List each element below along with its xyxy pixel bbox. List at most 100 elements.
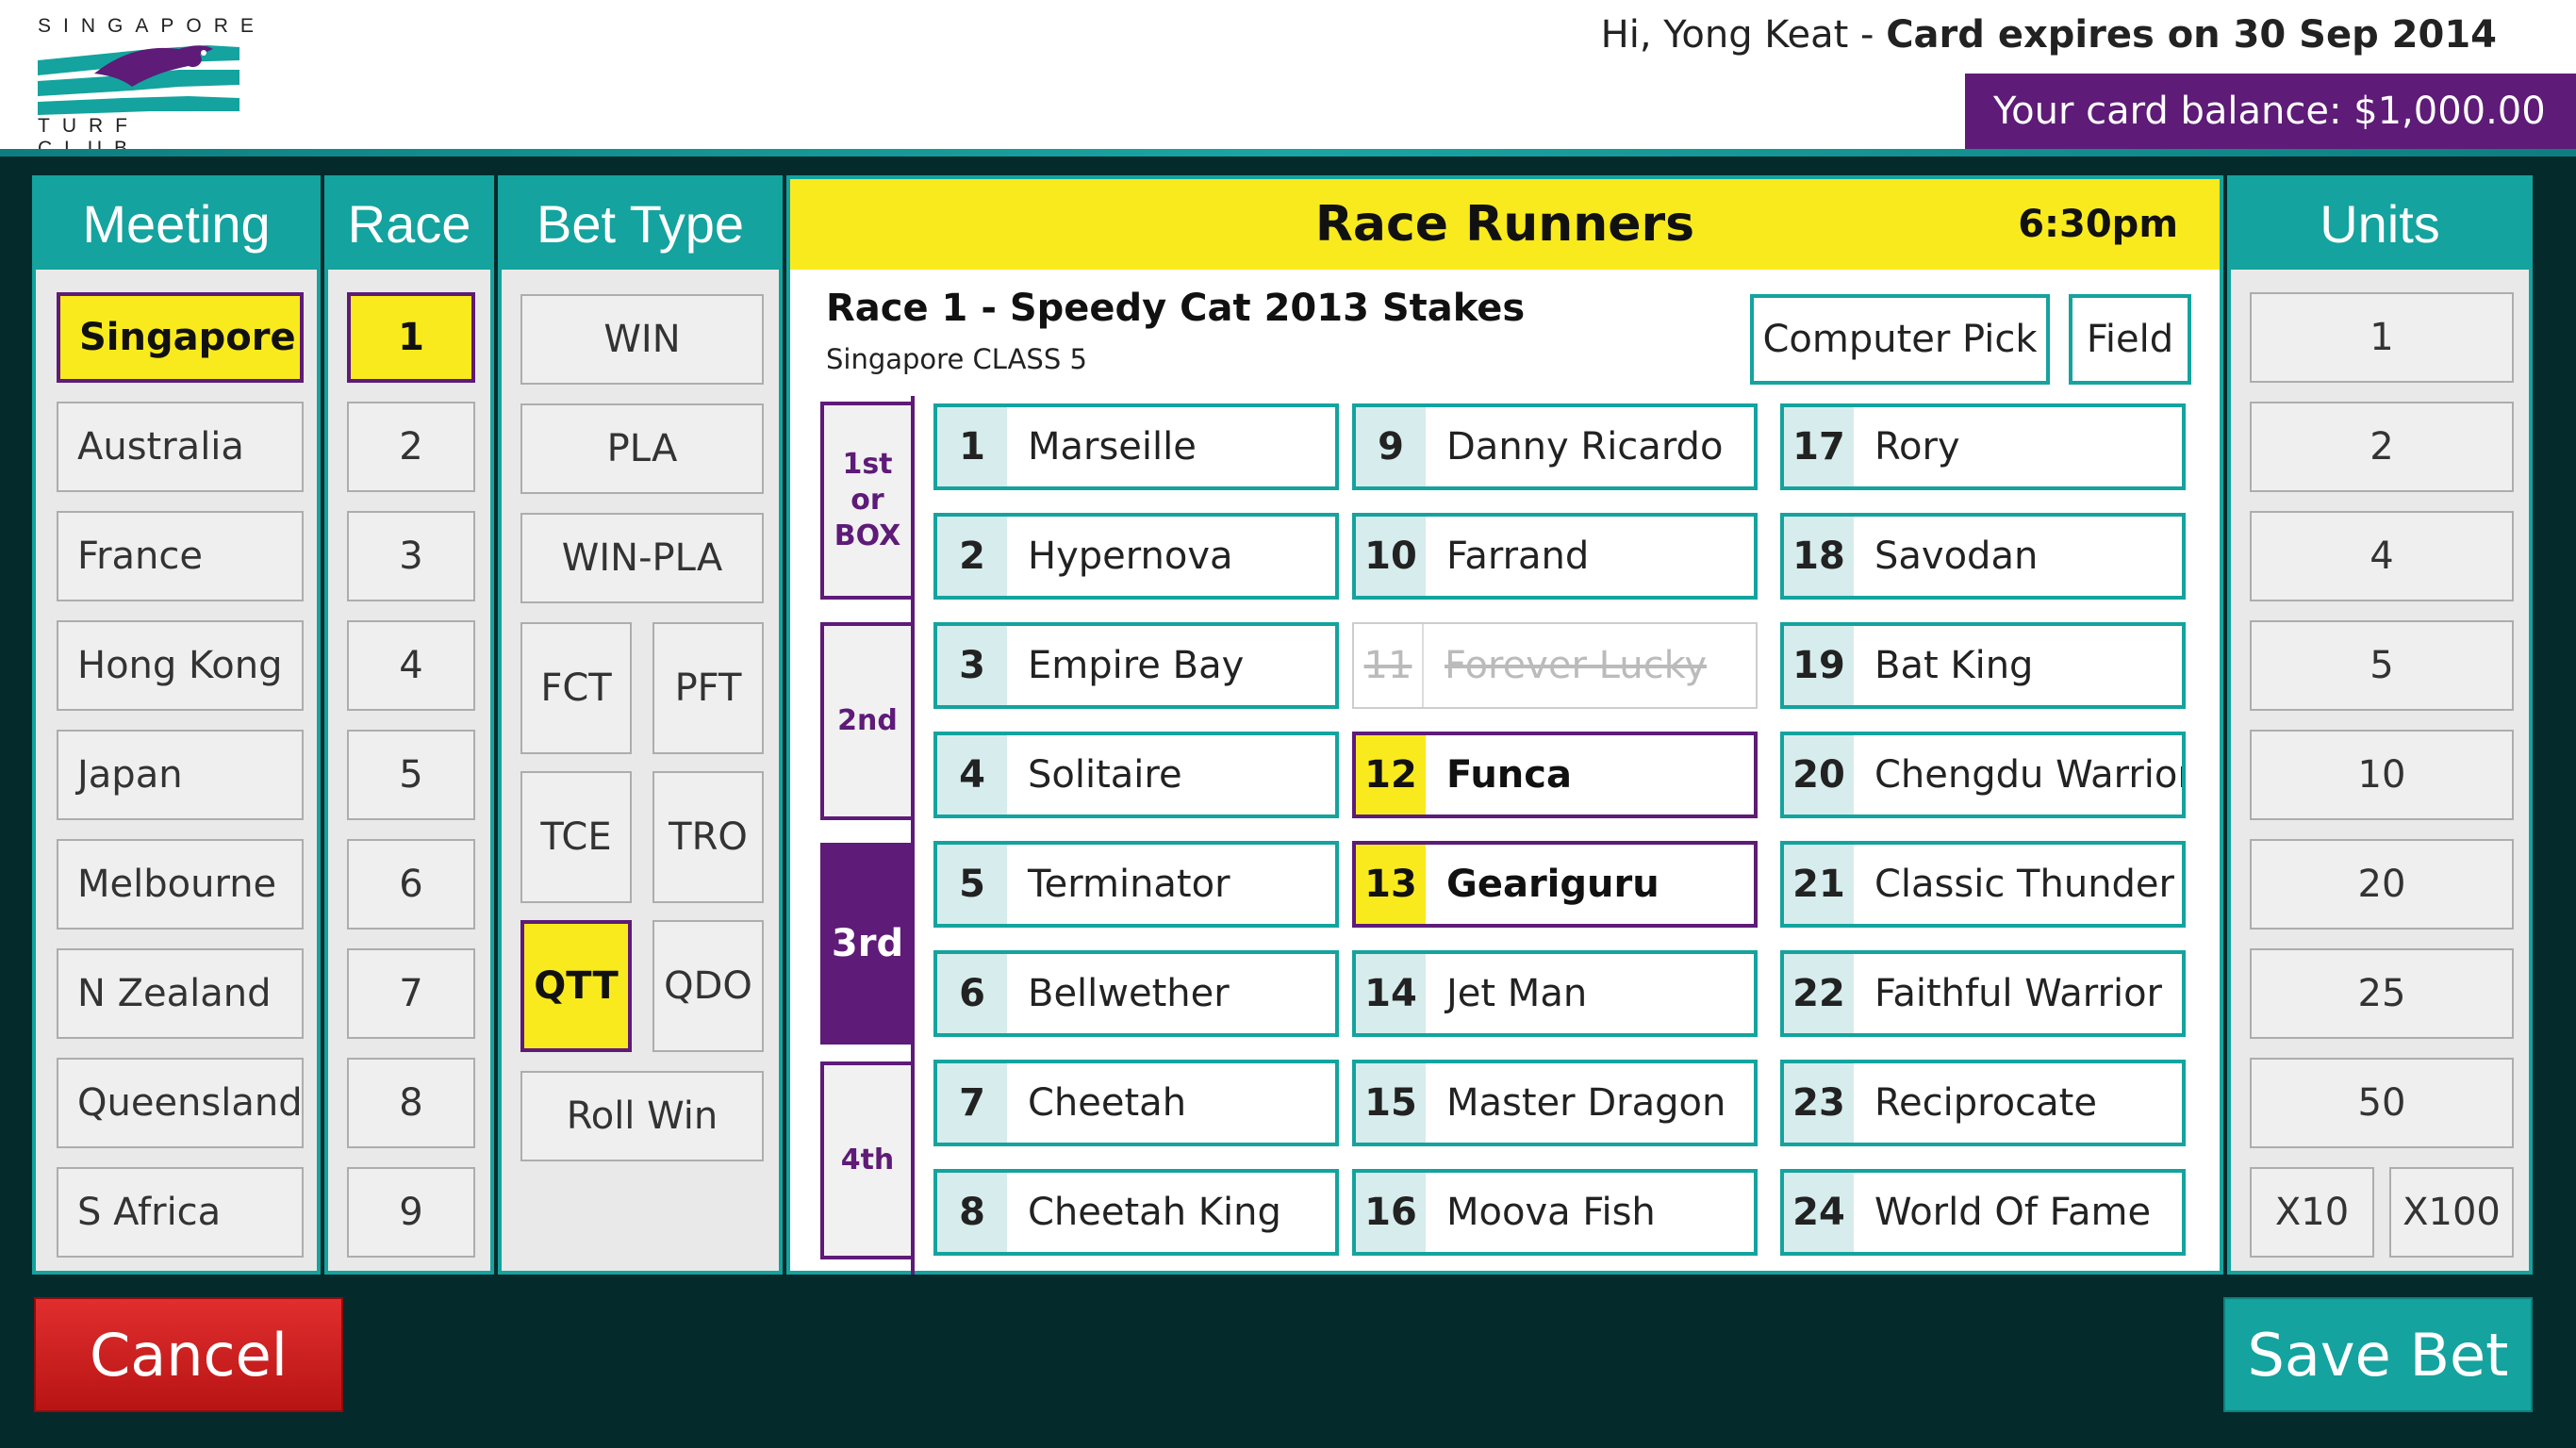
units-1-button[interactable]: 1 [2250, 292, 2514, 383]
runner-number: 23 [1784, 1063, 1854, 1143]
units-20-button[interactable]: 20 [2250, 839, 2514, 930]
bet-type-win[interactable]: WIN [520, 294, 764, 385]
runner-14[interactable]: 14 Jet Man [1352, 950, 1758, 1037]
units-x10-button[interactable]: X10 [2250, 1167, 2374, 1258]
bet-type-tro[interactable]: TRO [652, 771, 764, 903]
runner-13[interactable]: 13 Geariguru [1352, 841, 1758, 928]
units-4-button[interactable]: 4 [2250, 511, 2514, 601]
logo-text-top: SINGAPORE [38, 15, 266, 37]
bet-type-pft[interactable]: PFT [652, 622, 764, 754]
runner-number: 11 [1354, 624, 1424, 707]
runner-15[interactable]: 15 Master Dragon [1352, 1060, 1758, 1146]
race-name: Race 1 - Speedy Cat 2013 Stakes [826, 287, 1526, 330]
meeting-n-zealand[interactable]: N Zealand [57, 948, 304, 1039]
position-3rd[interactable]: 3rd [820, 843, 915, 1045]
runner-number: 2 [937, 517, 1007, 596]
meeting-hong-kong[interactable]: Hong Kong [57, 620, 304, 711]
runner-number: 16 [1356, 1173, 1426, 1252]
runner-9[interactable]: 9 Danny Ricardo [1352, 403, 1758, 490]
runner-7[interactable]: 7 Cheetah [933, 1060, 1339, 1146]
runner-number: 3 [937, 626, 1007, 705]
units-5-button[interactable]: 5 [2250, 620, 2514, 711]
meeting-australia[interactable]: Australia [57, 402, 304, 492]
runner-6[interactable]: 6 Bellwether [933, 950, 1339, 1037]
runner-name: Empire Bay [1028, 644, 1245, 687]
bet-type-panel: Bet Type WIN PLA WIN-PLA FCT PFT TCE TRO… [498, 175, 783, 1275]
race-9-button[interactable]: 9 [347, 1167, 475, 1258]
runner-24[interactable]: 24 World Of Fame [1780, 1169, 2186, 1256]
bet-type-tce[interactable]: TCE [520, 771, 632, 903]
position-1st-or-box[interactable]: 1st or BOX [820, 402, 915, 600]
position-4th[interactable]: 4th [820, 1061, 915, 1259]
race-runners-title: Race Runners [1314, 196, 1695, 253]
race-7-button[interactable]: 7 [347, 948, 475, 1039]
bet-type-qtt[interactable]: QTT [520, 920, 632, 1052]
units-panel-title: Units [2231, 179, 2529, 270]
race-class: Singapore CLASS 5 [826, 343, 1087, 375]
runner-5[interactable]: 5 Terminator [933, 841, 1339, 928]
runner-number: 14 [1356, 954, 1426, 1033]
runner-23[interactable]: 23 Reciprocate [1780, 1060, 2186, 1146]
runner-name: Bat King [1874, 644, 2034, 687]
runner-name: Moova Fish [1446, 1191, 1656, 1234]
race-8-button[interactable]: 8 [347, 1058, 475, 1148]
runner-17[interactable]: 17 Rory [1780, 403, 2186, 490]
runner-name: Marseille [1028, 425, 1197, 469]
meeting-japan[interactable]: Japan [57, 730, 304, 820]
race-6-button[interactable]: 6 [347, 839, 475, 930]
runner-3[interactable]: 3 Empire Bay [933, 622, 1339, 709]
runner-11-scratched: 11 Forever Lucky [1352, 622, 1758, 709]
race-3-button[interactable]: 3 [347, 511, 475, 601]
position-2nd[interactable]: 2nd [820, 622, 915, 820]
runner-10[interactable]: 10 Farrand [1352, 513, 1758, 600]
bet-type-fct[interactable]: FCT [520, 622, 632, 754]
runner-name: Forever Lucky [1445, 644, 1708, 687]
units-2-button[interactable]: 2 [2250, 402, 2514, 492]
meeting-queensland[interactable]: Queensland [57, 1058, 304, 1148]
runner-name: Geariguru [1446, 863, 1660, 906]
race-1-button[interactable]: 1 [347, 292, 475, 383]
runner-21[interactable]: 21 Classic Thunder [1780, 841, 2186, 928]
race-panel-title: Race [328, 179, 490, 270]
runner-4[interactable]: 4 Solitaire [933, 732, 1339, 818]
field-button[interactable]: Field [2069, 294, 2191, 385]
race-4-button[interactable]: 4 [347, 620, 475, 711]
runner-20[interactable]: 20 Chengdu Warrior [1780, 732, 2186, 818]
bet-type-win-pla[interactable]: WIN-PLA [520, 513, 764, 603]
runner-22[interactable]: 22 Faithful Warrior [1780, 950, 2186, 1037]
runner-number: 15 [1356, 1063, 1426, 1143]
cancel-button[interactable]: Cancel [34, 1297, 343, 1412]
save-bet-button[interactable]: Save Bet [2223, 1297, 2533, 1412]
runner-2[interactable]: 2 Hypernova [933, 513, 1339, 600]
units-10-button[interactable]: 10 [2250, 730, 2514, 820]
runner-number: 22 [1784, 954, 1854, 1033]
runner-19[interactable]: 19 Bat King [1780, 622, 2186, 709]
runner-name: Faithful Warrior [1874, 972, 2162, 1015]
units-50-button[interactable]: 50 [2250, 1058, 2514, 1148]
bet-type-qdo[interactable]: QDO [652, 920, 764, 1052]
bet-type-roll-win[interactable]: Roll Win [520, 1071, 764, 1161]
runner-1[interactable]: 1 Marseille [933, 403, 1339, 490]
runner-8[interactable]: 8 Cheetah King [933, 1169, 1339, 1256]
runner-number: 1 [937, 407, 1007, 486]
bet-type-pla[interactable]: PLA [520, 403, 764, 494]
card-balance-banner: Your card balance: $1,000.00 [1965, 74, 2576, 149]
bet-type-panel-title: Bet Type [502, 179, 779, 270]
meeting-s-africa[interactable]: S Africa [57, 1167, 304, 1258]
meeting-france[interactable]: France [57, 511, 304, 601]
runner-name: Danny Ricardo [1446, 425, 1724, 469]
race-panel: Race 1 2 3 4 5 6 7 8 9 [324, 175, 494, 1275]
runner-12[interactable]: 12 Funca [1352, 732, 1758, 818]
units-25-button[interactable]: 25 [2250, 948, 2514, 1039]
greeting-text: Hi, Yong Keat - [1600, 13, 1887, 57]
race-5-button[interactable]: 5 [347, 730, 475, 820]
race-2-button[interactable]: 2 [347, 402, 475, 492]
runner-number: 20 [1784, 735, 1854, 814]
meeting-melbourne[interactable]: Melbourne [57, 839, 304, 930]
meeting-singapore[interactable]: Singapore [57, 292, 304, 383]
units-x100-button[interactable]: X100 [2389, 1167, 2514, 1258]
runner-16[interactable]: 16 Moova Fish [1352, 1169, 1758, 1256]
runner-number: 13 [1356, 845, 1426, 924]
computer-pick-button[interactable]: Computer Pick [1750, 294, 2050, 385]
runner-18[interactable]: 18 Savodan [1780, 513, 2186, 600]
